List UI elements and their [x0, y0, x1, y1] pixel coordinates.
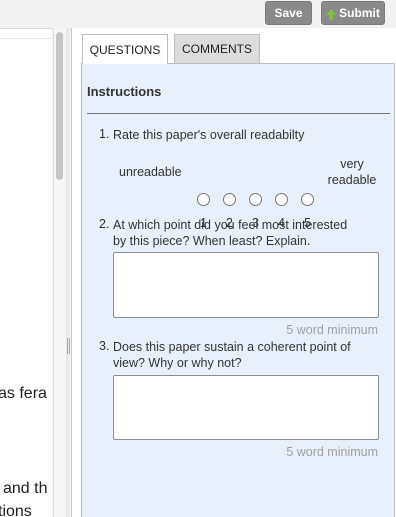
save-button[interactable]: Save	[265, 1, 312, 25]
question-3-text: Does this paper sustain a coherent point…	[113, 339, 351, 371]
rating-radio-3[interactable]	[249, 193, 262, 206]
question-2-min-note: 5 word minimum	[286, 323, 378, 337]
question-3-text-line2: view? Why or why not?	[113, 356, 242, 370]
splitter-grip-icon[interactable]	[67, 338, 70, 354]
question-2-text: At which point did you feel most interes…	[113, 217, 347, 249]
rating-radio-2[interactable]	[223, 193, 236, 206]
document-scrollbar[interactable]	[53, 28, 66, 517]
rating-radio-4[interactable]	[275, 193, 288, 206]
submit-button-label: Submit	[339, 6, 380, 20]
question-3-number: 3.	[99, 339, 110, 353]
question-1-number: 1.	[99, 127, 110, 141]
save-button-label: Save	[274, 6, 303, 20]
document-text-line: and th	[3, 480, 48, 497]
rating-radio-5[interactable]	[301, 193, 314, 206]
question-2-text-line2: by this piece? When least? Explain.	[113, 234, 311, 248]
scale-high-label-line2: readable	[327, 173, 377, 187]
document-text-line: as fera	[0, 385, 47, 402]
submit-button[interactable]: Submit	[321, 1, 385, 25]
tab-questions-label: QUESTIONS	[89, 42, 161, 57]
scale-high-label-line1: very	[340, 157, 364, 171]
question-2-answer-field[interactable]	[113, 252, 379, 318]
questions-panel: Instructions 1. Rate this paper's overal…	[81, 63, 395, 517]
question-2-text-line1: At which point did you feel most interes…	[113, 218, 348, 232]
top-toolbar: Save Submit	[0, 0, 396, 28]
tab-comments-label: COMMENTS	[182, 42, 252, 56]
question-1-text: Rate this paper's overall readabilty	[113, 128, 305, 142]
question-2-number: 2.	[99, 217, 110, 231]
questions-pane: QUESTIONS COMMENTS Instructions 1. Rate …	[71, 28, 396, 517]
document-scrollbar-thumb[interactable]	[56, 32, 63, 180]
tab-questions[interactable]: QUESTIONS	[82, 34, 168, 64]
pane-splitter[interactable]	[66, 28, 69, 517]
instructions-divider	[87, 113, 390, 114]
tab-comments[interactable]: COMMENTS	[174, 34, 260, 63]
instructions-heading: Instructions	[87, 84, 162, 99]
document-pane: as fera and th tions	[0, 28, 52, 517]
scale-high-label: very readable	[326, 156, 378, 188]
question-3-answer-field[interactable]	[113, 375, 379, 440]
document-text-line: tions	[0, 503, 32, 517]
document-divider	[0, 38, 52, 39]
question-3-min-note: 5 word minimum	[286, 445, 378, 459]
upload-arrow-icon	[326, 9, 337, 20]
scale-low-label: unreadable	[119, 165, 182, 179]
rating-radio-1[interactable]	[197, 193, 210, 206]
question-3-text-line1: Does this paper sustain a coherent point…	[113, 340, 351, 354]
